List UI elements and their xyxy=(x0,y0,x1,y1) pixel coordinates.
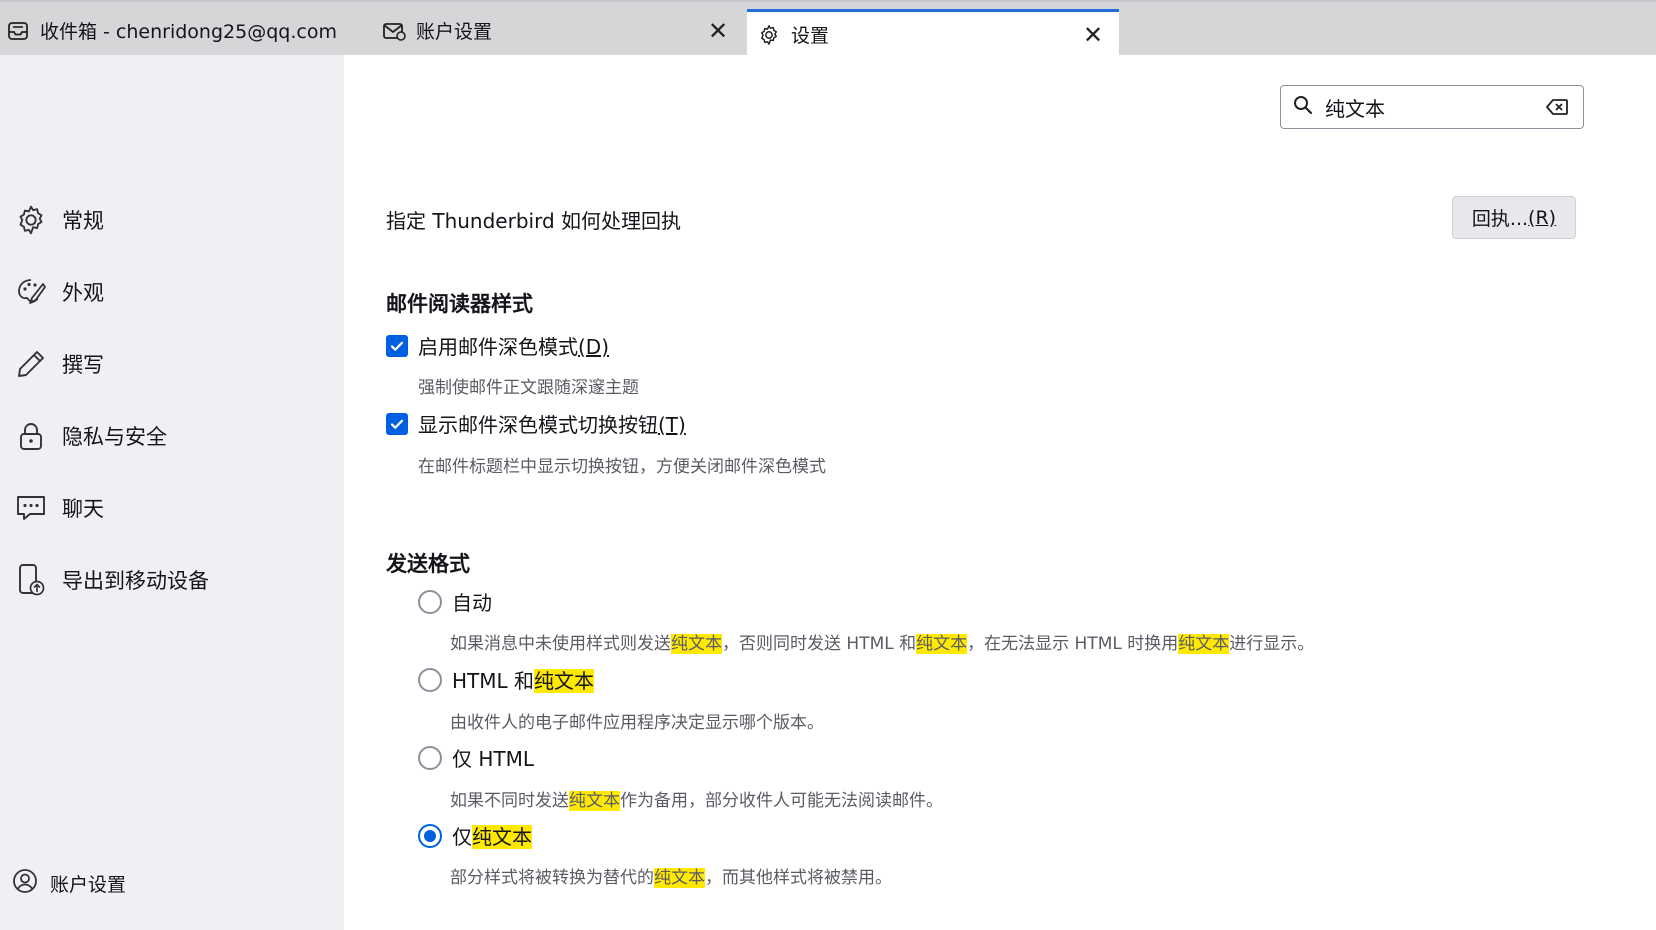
settings-search-box[interactable] xyxy=(1280,85,1584,129)
mobile-export-icon xyxy=(14,563,48,597)
clear-search-icon[interactable] xyxy=(1545,97,1569,121)
tab-account-settings[interactable]: 账户设置 ✕ xyxy=(382,4,742,57)
tab-settings[interactable]: 设置 ✕ xyxy=(747,9,1119,57)
send-format-auto[interactable]: 自动 xyxy=(418,587,492,616)
tab-inbox[interactable]: 收件箱 - chenridong25@qq.com xyxy=(6,4,366,57)
send-format-html-only[interactable]: 仅 HTML xyxy=(418,743,534,772)
lock-icon xyxy=(14,419,48,453)
sidebar-item-label: 导出到移动设备 xyxy=(62,569,209,593)
sidebar-item-compose[interactable]: 撰写 xyxy=(14,340,104,388)
send-format-html-only-description: 如果不同时发送纯文本作为备用，部分收件人可能无法阅读邮件。 xyxy=(450,791,943,811)
send-format-both[interactable]: HTML 和纯文本 xyxy=(418,665,595,694)
tab-label: 收件箱 - chenridong25@qq.com xyxy=(40,21,337,43)
receipts-description: 指定 Thunderbird 如何处理回执 xyxy=(386,209,681,233)
account-icon xyxy=(12,868,38,899)
receipts-button-label: 回执... xyxy=(1471,208,1529,230)
radio-both[interactable] xyxy=(418,667,442,692)
inbox-icon xyxy=(6,19,30,43)
send-format-both-description: 由收件人的电子邮件应用程序决定显示哪个版本。 xyxy=(450,713,824,733)
sidebar-item-privacy-security[interactable]: 隐私与安全 xyxy=(14,412,167,460)
sidebar-item-label: 聊天 xyxy=(62,497,104,521)
search-icon xyxy=(1293,95,1313,119)
send-format-heading: 发送格式 xyxy=(386,552,470,576)
send-format-plain-only-description: 部分样式将被转换为替代的纯文本，而其他样式将被禁用。 xyxy=(450,868,892,888)
receipts-button[interactable]: 回执... (R) xyxy=(1452,196,1576,239)
settings-main: 指定 Thunderbird 如何处理回执 回执...(R) 邮件阅读器样式 启… xyxy=(344,55,1656,930)
sidebar-account-settings[interactable]: 账户设置 xyxy=(12,868,126,899)
palette-icon xyxy=(14,275,48,309)
dark-mode-checkbox[interactable] xyxy=(386,334,408,357)
sidebar-item-label: 常规 xyxy=(62,209,104,233)
dark-mode-toggle-checkbox[interactable] xyxy=(386,412,408,435)
send-format-auto-description: 如果消息中未使用样式则发送纯文本，否则同时发送 HTML 和纯文本，在无法显示 … xyxy=(450,634,1315,654)
settings-sidebar: 常规 外观 撰写 隐私与安全 聊天 导出到移动设备 账户设置 xyxy=(0,55,344,930)
radio-label: 仅 HTML xyxy=(452,747,535,771)
sidebar-item-label: 账户设置 xyxy=(50,874,127,896)
radio-label: 仅纯文本 xyxy=(452,825,532,849)
sidebar-item-label: 外观 xyxy=(62,281,104,305)
radio-label: 自动 xyxy=(452,591,492,615)
reader-style-heading: 邮件阅读器样式 xyxy=(386,292,533,316)
dark-mode-option[interactable]: 启用邮件深色模式(D) xyxy=(386,331,609,360)
radio-label: HTML 和纯文本 xyxy=(452,669,595,693)
tab-label: 账户设置 xyxy=(416,21,493,43)
sidebar-item-general[interactable]: 常规 xyxy=(14,196,104,244)
radio-plain-only[interactable] xyxy=(418,823,442,848)
gear-icon xyxy=(14,203,48,237)
sidebar-item-appearance[interactable]: 外观 xyxy=(14,268,104,316)
tab-label: 设置 xyxy=(791,25,830,47)
gear-icon xyxy=(757,23,781,47)
close-icon[interactable]: ✕ xyxy=(705,17,731,45)
close-icon[interactable]: ✕ xyxy=(1080,21,1106,49)
sidebar-item-label: 隐私与安全 xyxy=(62,425,167,449)
sidebar-item-label: 撰写 xyxy=(62,353,104,377)
dark-mode-toggle-description: 在邮件标题栏中显示切换按钮，方便关闭邮件深色模式 xyxy=(418,457,826,477)
sidebar-item-chat[interactable]: 聊天 xyxy=(14,484,104,532)
search-input[interactable] xyxy=(1323,94,1537,120)
dark-mode-toggle-option[interactable]: 显示邮件深色模式切换按钮(T) xyxy=(386,409,686,438)
send-format-plain-only[interactable]: 仅纯文本 xyxy=(418,821,532,850)
dark-mode-toggle-label: 显示邮件深色模式切换按钮(T) xyxy=(418,413,686,437)
radio-html-only[interactable] xyxy=(418,745,442,770)
receipts-button-accesskey: (R) xyxy=(1528,206,1557,229)
radio-auto[interactable] xyxy=(418,589,442,614)
pencil-icon xyxy=(14,347,48,381)
chat-icon xyxy=(14,491,48,525)
mail-settings-icon xyxy=(382,19,406,43)
tab-bar: 收件箱 - chenridong25@qq.com 账户设置 ✕ 设置 ✕ xyxy=(0,0,1656,57)
dark-mode-label: 启用邮件深色模式(D) xyxy=(418,335,610,359)
dark-mode-description: 强制使邮件正文跟随深邃主题 xyxy=(418,378,639,398)
sidebar-item-export-mobile[interactable]: 导出到移动设备 xyxy=(14,556,209,604)
